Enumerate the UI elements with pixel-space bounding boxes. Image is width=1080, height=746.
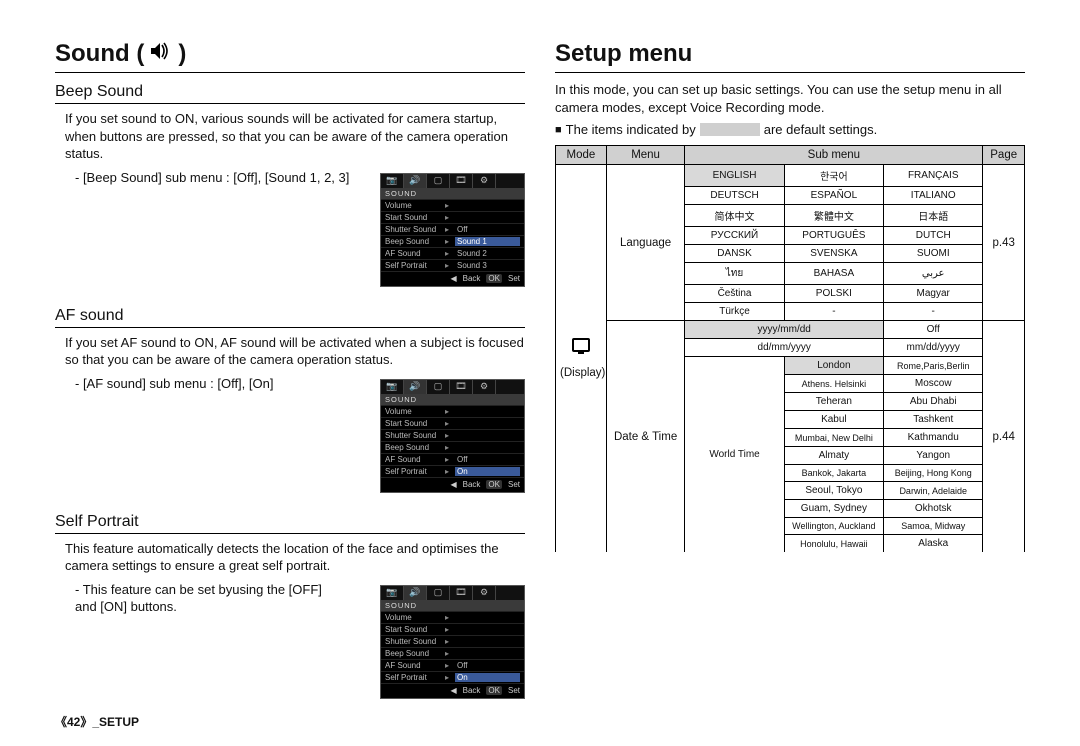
lang-cell: 繁體中文: [784, 205, 883, 227]
lang-cell: РУССКИЙ: [685, 227, 784, 245]
af-sound-heading: AF sound: [55, 307, 525, 328]
lang-cell: DUTCH: [884, 227, 983, 245]
city-cell: Teheran: [784, 393, 883, 411]
setup-intro: In this mode, you can set up basic setti…: [555, 81, 1025, 116]
city-cell: Tashkent: [884, 411, 983, 429]
city-cell: Seoul, Tokyo: [784, 482, 883, 500]
lang-cell: ไทย: [685, 263, 784, 285]
city-cell: Darwin, Adelaide: [884, 482, 983, 500]
page-datetime: p.44: [983, 321, 1025, 553]
dt-cell: yyyy/mm/dd: [685, 321, 884, 339]
lang-cell: Čeština: [685, 285, 784, 303]
city-cell: Wellington, Auckland: [784, 518, 883, 535]
city-cell: Okhotsk: [884, 500, 983, 518]
page-language: p.43: [983, 165, 1025, 321]
lang-cell: ESPAÑOL: [784, 187, 883, 205]
th-mode: Mode: [556, 146, 607, 165]
lang-cell: عربي: [884, 263, 983, 285]
dt-cell: Off: [884, 321, 983, 339]
default-swatch: [700, 123, 760, 136]
table-header-row: Mode Menu Sub menu Page: [556, 146, 1025, 165]
bullet-icon: ■: [555, 124, 562, 136]
lang-cell: Türkçe: [685, 303, 784, 321]
lang-cell: -: [784, 303, 883, 321]
sound-heading-suffix: ): [178, 40, 186, 68]
setup-menu-heading-text: Setup menu: [555, 40, 692, 68]
city-cell: Kabul: [784, 411, 883, 429]
heading-rule: [55, 72, 525, 73]
self-portrait-screenshot: 📷🔊▢🎞⚙SOUNDVolume▸Start Sound▸Shutter Sou…: [380, 585, 525, 699]
self-portrait-submenu: - This feature can be set byusing the [O…: [75, 581, 335, 616]
manual-page: Sound ( ) Beep Sound If you set sound to…: [0, 0, 1080, 746]
city-cell: Honolulu, Hawaii: [784, 535, 883, 553]
city-cell: Kathmandu: [884, 429, 983, 447]
heading-rule: [555, 72, 1025, 73]
self-portrait-heading: Self Portrait: [55, 513, 525, 534]
setup-table: Mode Menu Sub menu Page (Display) Langua…: [555, 145, 1025, 552]
city-cell: Guam, Sydney: [784, 500, 883, 518]
dt-cell: mm/dd/yyyy: [884, 339, 983, 357]
lang-cell: DANSK: [685, 245, 784, 263]
sound-heading-prefix: Sound (: [55, 40, 144, 68]
note-suffix: are default settings.: [764, 122, 877, 137]
lang-cell: ENGLISH: [685, 165, 784, 187]
lang-cell: FRANÇAIS: [884, 165, 983, 187]
lang-cell: Magyar: [884, 285, 983, 303]
th-page: Page: [983, 146, 1025, 165]
city-cell: Bankok, Jakarta: [784, 465, 883, 482]
mode-cell: (Display): [556, 165, 607, 553]
lang-cell: -: [884, 303, 983, 321]
sound-heading: Sound ( ): [55, 40, 525, 68]
lang-cell: 한국어: [784, 165, 883, 187]
lang-cell: ITALIANO: [884, 187, 983, 205]
beep-sound-body: If you set sound to ON, various sounds w…: [65, 110, 525, 163]
self-portrait-body: This feature automatically detects the l…: [65, 540, 525, 575]
lang-cell: 日本語: [884, 205, 983, 227]
menu-language: Language: [606, 165, 685, 321]
speaker-icon: [150, 40, 172, 68]
setup-menu-heading: Setup menu: [555, 40, 1025, 68]
city-cell: Athens. Helsinki: [784, 375, 883, 393]
af-sound-body: If you set AF sound to ON, AF sound will…: [65, 334, 525, 369]
th-submenu: Sub menu: [685, 146, 983, 165]
city-cell: London: [784, 357, 883, 375]
city-cell: Abu Dhabi: [884, 393, 983, 411]
city-cell: Rome,Paris,Berlin: [884, 357, 983, 375]
th-menu: Menu: [606, 146, 685, 165]
note-prefix: The items indicated by: [566, 122, 696, 137]
beep-sound-screenshot: 📷🔊▢🎞⚙SOUNDVolume▸Start Sound▸Shutter Sou…: [380, 173, 525, 287]
default-note: ■ The items indicated by are default set…: [555, 122, 1025, 137]
city-cell: Alaska: [884, 535, 983, 553]
city-cell: Yangon: [884, 447, 983, 465]
right-column: Setup menu In this mode, you can set up …: [555, 40, 1025, 709]
city-cell: Samoa, Midway: [884, 518, 983, 535]
lang-cell: SUOMI: [884, 245, 983, 263]
lang-cell: PORTUGUÊS: [784, 227, 883, 245]
lang-cell: 简体中文: [685, 205, 784, 227]
lang-cell: POLSKI: [784, 285, 883, 303]
dt-cell: dd/mm/yyyy: [685, 339, 884, 357]
mode-label: (Display): [560, 367, 605, 379]
city-cell: Almaty: [784, 447, 883, 465]
city-cell: Mumbai, New Delhi: [784, 429, 883, 447]
left-column: Sound ( ) Beep Sound If you set sound to…: [55, 40, 525, 709]
lang-cell: DEUTSCH: [685, 187, 784, 205]
menu-datetime: Date & Time: [606, 321, 685, 553]
worldtime-label: World Time: [685, 357, 784, 553]
af-sound-screenshot: 📷🔊▢🎞⚙SOUNDVolume▸Start Sound▸Shutter Sou…: [380, 379, 525, 493]
beep-sound-heading: Beep Sound: [55, 83, 525, 104]
lang-cell: BAHASA: [784, 263, 883, 285]
display-icon: [572, 338, 590, 352]
lang-cell: SVENSKA: [784, 245, 883, 263]
city-cell: Beijing, Hong Kong: [884, 465, 983, 482]
page-footer: 《42》_SETUP: [55, 713, 139, 730]
city-cell: Moscow: [884, 375, 983, 393]
